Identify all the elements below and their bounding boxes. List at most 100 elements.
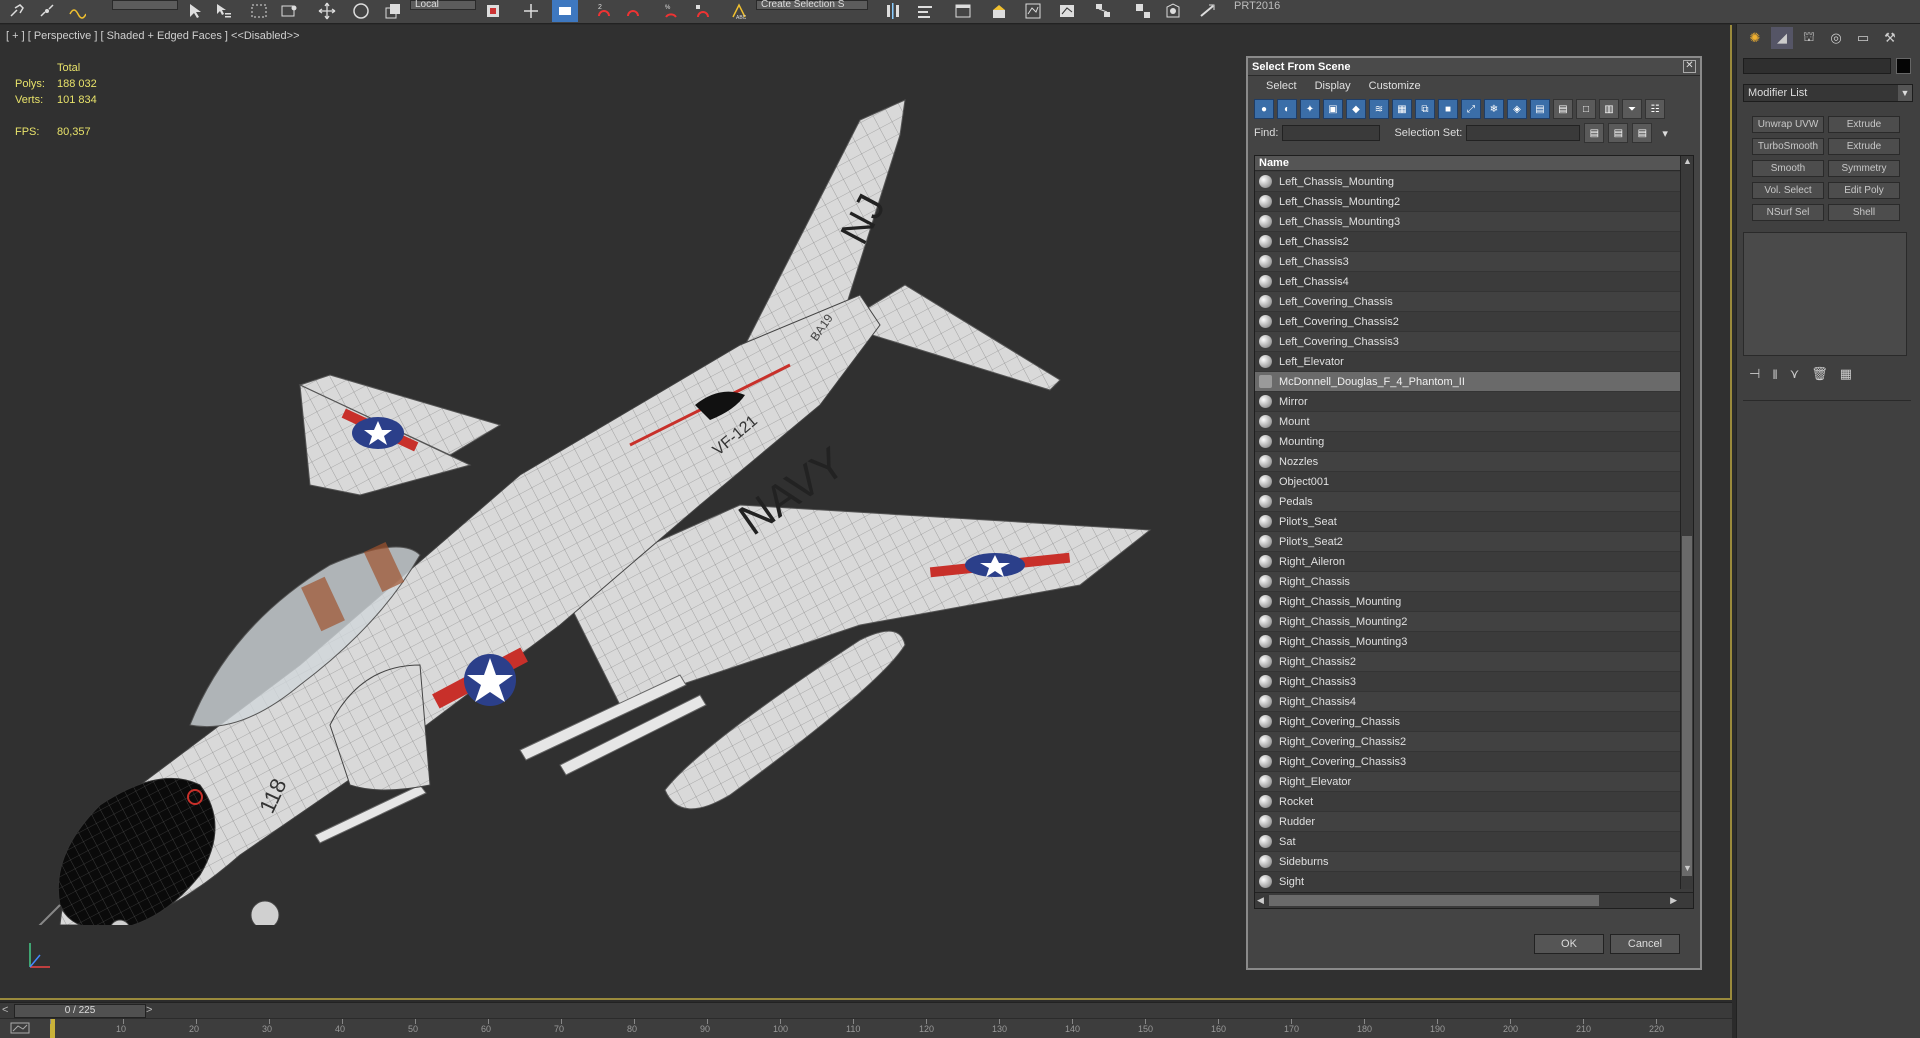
list-item[interactable]: Left_Chassis2: [1255, 232, 1681, 252]
modifier-nsurf-sel-button[interactable]: NSurf Sel: [1752, 204, 1824, 221]
menu-select[interactable]: Select: [1266, 80, 1297, 92]
vertical-scrollbar-thumb[interactable]: [1682, 536, 1692, 876]
list-item[interactable]: Rudder: [1255, 812, 1681, 832]
toggle-scene-explorer-icon[interactable]: [950, 0, 976, 22]
modifier-unwrap-uvw-button[interactable]: Unwrap UVW: [1752, 116, 1824, 133]
list-item[interactable]: Pedals: [1255, 492, 1681, 512]
schematic-view-icon[interactable]: [1090, 0, 1116, 22]
toggle-layer-explorer-icon[interactable]: [986, 0, 1012, 22]
list-item[interactable]: Left_Elevator: [1255, 352, 1681, 372]
list-item[interactable]: Right_Chassis4: [1255, 692, 1681, 712]
list-item[interactable]: Left_Covering_Chassis3: [1255, 332, 1681, 352]
track-bar[interactable]: 10 20 30 40 50 60 70 80 90 100 110 120 130 140 150 160 1…: [0, 1019, 1732, 1038]
list-item[interactable]: Right_Covering_Chassis3: [1255, 752, 1681, 772]
modifier-extrude-button[interactable]: Extrude: [1828, 116, 1900, 133]
ok-button[interactable]: OK: [1534, 934, 1604, 954]
move-icon[interactable]: [314, 0, 340, 22]
scroll-right-icon[interactable]: ▶: [1670, 895, 1677, 906]
snap-magnet-icon[interactable]: [620, 0, 646, 22]
show-end-result-icon[interactable]: ‖: [1772, 367, 1777, 382]
list-item[interactable]: Right_Elevator: [1255, 772, 1681, 792]
display-cameras-icon[interactable]: ▣: [1323, 99, 1343, 119]
filter-options-icon[interactable]: ☷: [1645, 99, 1665, 119]
rotate-icon[interactable]: [348, 0, 374, 22]
horizontal-scrollbar[interactable]: ◀ ▶: [1255, 892, 1693, 908]
graphite-ribbon-icon[interactable]: [1020, 0, 1046, 22]
select-all-icon[interactable]: ▤: [1553, 99, 1573, 119]
material-editor-icon[interactable]: [1130, 0, 1156, 22]
bind-spacewarp-icon[interactable]: [64, 0, 90, 22]
list-item[interactable]: Right_Aileron: [1255, 552, 1681, 572]
display-all-icon[interactable]: ▤: [1530, 99, 1550, 119]
display-containers-icon[interactable]: ⤢: [1461, 99, 1481, 119]
scroll-left-icon[interactable]: ◀: [1257, 895, 1264, 906]
remove-from-set-icon[interactable]: ▤: [1632, 123, 1653, 143]
filter-icon[interactable]: ⏷: [1622, 99, 1642, 119]
modifier-smooth-button[interactable]: Smooth: [1752, 160, 1824, 177]
select-none-icon[interactable]: □: [1576, 99, 1596, 119]
list-item[interactable]: Sight: [1255, 872, 1681, 890]
keyboard-shortcut-icon[interactable]: [552, 0, 578, 22]
list-item[interactable]: McDonnell_Douglas_F_4_Phantom_II: [1255, 372, 1681, 392]
add-to-set-icon[interactable]: ▤: [1608, 123, 1629, 143]
selection-set-dropdown[interactable]: [1466, 125, 1581, 141]
list-item[interactable]: Mount: [1255, 412, 1681, 432]
scale-icon[interactable]: [380, 0, 406, 22]
select-manipulate-icon[interactable]: [518, 0, 544, 22]
menu-display[interactable]: Display: [1315, 80, 1351, 92]
hierarchy-tab-icon[interactable]: ⛫: [1798, 27, 1820, 49]
pin-stack-icon[interactable]: ⊣: [1749, 366, 1760, 382]
list-item[interactable]: Pilot's_Seat: [1255, 512, 1681, 532]
aircraft-model[interactable]: NAVY NJ VF-121 118 BA19: [0, 25, 1200, 925]
pivot-icon[interactable]: [480, 0, 506, 22]
display-geometry-icon[interactable]: ●: [1254, 99, 1274, 119]
named-selection-set-dropdown[interactable]: Create Selection S: [756, 0, 868, 10]
angle-snap-icon[interactable]: %: [658, 0, 684, 22]
render-frame-icon[interactable]: [1194, 0, 1220, 22]
display-groups-icon[interactable]: ▦: [1392, 99, 1412, 119]
list-item[interactable]: Nozzles: [1255, 452, 1681, 472]
list-item[interactable]: Left_Chassis_Mounting3: [1255, 212, 1681, 232]
scroll-down-icon[interactable]: ▼: [1683, 863, 1692, 873]
list-item[interactable]: Object001: [1255, 472, 1681, 492]
utilities-tab-icon[interactable]: ⚒: [1879, 27, 1901, 49]
close-icon[interactable]: ✕: [1683, 60, 1696, 73]
list-item[interactable]: Pilot's_Seat2: [1255, 532, 1681, 552]
vertical-scrollbar[interactable]: ▲ ▼: [1680, 156, 1693, 889]
horizontal-scrollbar-thumb[interactable]: [1269, 895, 1599, 906]
modifier-turbosmooth-button[interactable]: TurboSmooth: [1752, 138, 1824, 155]
list-item[interactable]: Mirror: [1255, 392, 1681, 412]
modifier-vol-select-button[interactable]: Vol. Select: [1752, 182, 1824, 199]
list-item[interactable]: Left_Covering_Chassis2: [1255, 312, 1681, 332]
display-shapes-icon[interactable]: ◐: [1277, 99, 1297, 119]
list-item[interactable]: Left_Chassis4: [1255, 272, 1681, 292]
list-item[interactable]: Right_Chassis_Mounting: [1255, 592, 1681, 612]
list-item[interactable]: Right_Chassis: [1255, 572, 1681, 592]
render-setup-icon[interactable]: [1160, 0, 1186, 22]
mirror-icon[interactable]: [880, 0, 906, 22]
list-item[interactable]: Right_Chassis_Mounting3: [1255, 632, 1681, 652]
display-xrefs-icon[interactable]: ⧉: [1415, 99, 1435, 119]
list-item[interactable]: Sideburns: [1255, 852, 1681, 872]
snap-2d-icon[interactable]: 2: [592, 0, 618, 22]
object-color-swatch[interactable]: [1896, 58, 1911, 74]
create-tab-icon[interactable]: ✺: [1744, 27, 1766, 49]
time-slider-next[interactable]: >: [146, 1004, 152, 1016]
modifier-extrude-2-button[interactable]: Extrude: [1828, 138, 1900, 155]
modifier-stack[interactable]: [1743, 232, 1907, 356]
select-object-icon[interactable]: [182, 0, 208, 22]
display-tab-icon[interactable]: ▭: [1852, 27, 1874, 49]
list-item[interactable]: Left_Chassis3: [1255, 252, 1681, 272]
select-invert-icon[interactable]: ▥: [1599, 99, 1619, 119]
list-item[interactable]: Rocket: [1255, 792, 1681, 812]
make-unique-icon[interactable]: ⋎: [1790, 366, 1800, 382]
list-item[interactable]: Mounting: [1255, 432, 1681, 452]
object-name-field[interactable]: [1743, 58, 1891, 74]
list-item[interactable]: Sat: [1255, 832, 1681, 852]
curve-editor-icon[interactable]: [1054, 0, 1080, 22]
rect-selection-icon[interactable]: [246, 0, 272, 22]
display-lights-icon[interactable]: ✦: [1300, 99, 1320, 119]
edit-named-selection-icon[interactable]: ABC: [726, 0, 752, 22]
modify-tab-icon[interactable]: ◢: [1771, 27, 1793, 49]
list-item[interactable]: Left_Covering_Chassis: [1255, 292, 1681, 312]
